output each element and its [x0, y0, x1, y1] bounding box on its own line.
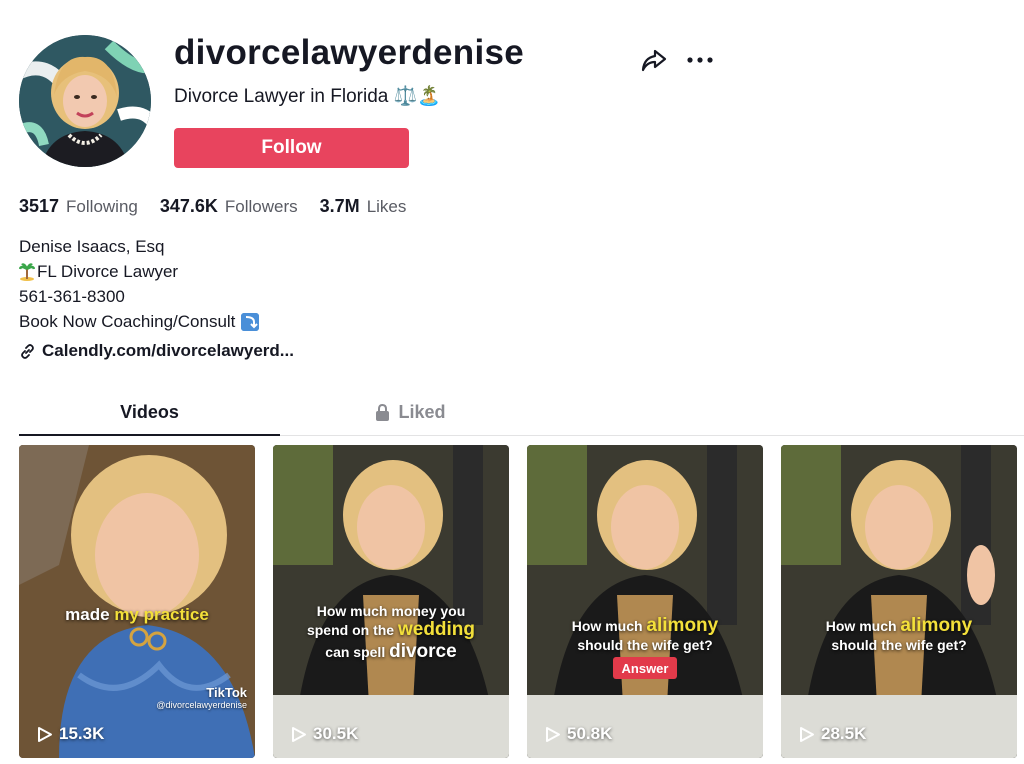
view-count: 28.5K	[799, 724, 866, 744]
caption-text-large: divorce	[389, 640, 457, 662]
caption-line: should the wife get?	[831, 636, 967, 653]
watermark-logo: TikTok	[206, 685, 247, 700]
profile-avatar	[19, 35, 151, 167]
video-grid: made my practice TikTok @divorcelawyerde…	[19, 445, 1017, 758]
tab-label: Videos	[120, 402, 179, 422]
caption-text: made	[65, 605, 115, 624]
caption-highlight: alimony	[646, 615, 719, 636]
view-count-text: 15.3K	[59, 724, 105, 743]
watermark-handle: @divorcelawyerdenise	[156, 700, 247, 710]
palm-tree-icon	[19, 262, 35, 281]
play-icon	[546, 726, 560, 742]
stat-value: 347.6K	[159, 196, 218, 216]
caption-line: How much alimony	[781, 615, 1017, 637]
video-card[interactable]: How much money you spend on the wedding …	[273, 445, 509, 758]
video-caption: How much alimony should the wife get?	[527, 615, 763, 653]
tab-liked[interactable]: Liked	[280, 396, 541, 436]
video-card[interactable]: made my practice TikTok @divorcelawyerde…	[19, 445, 255, 758]
stat-label: Followers	[224, 197, 298, 216]
video-thumbnail	[781, 445, 1017, 758]
profile-username: divorcelawyerdenise	[174, 33, 525, 72]
stat-followers[interactable]: 347.6K Followers	[160, 196, 298, 217]
link-text: Calendly.com/divorcelawyerd...	[42, 341, 294, 360]
video-caption: How much money you spend on the wedding …	[273, 603, 509, 663]
avatar-image	[19, 35, 151, 167]
caption-line: spend on the wedding	[273, 619, 509, 641]
bio-line-name: Denise Isaacs, Esq	[19, 234, 259, 259]
profile-subtitle: Divorce Lawyer in Florida ⚖️🏝️	[174, 86, 441, 107]
tab-videos[interactable]: Videos	[19, 396, 280, 436]
view-count-text: 50.8K	[567, 724, 613, 743]
caption-text: spend on the	[306, 622, 398, 639]
profile-bio: Denise Isaacs, Esq FL Divorce Lawyer 561…	[19, 234, 260, 334]
answer-button[interactable]: Answer	[613, 657, 677, 679]
follow-button[interactable]: Follow	[174, 128, 409, 168]
play-icon	[800, 726, 814, 742]
play-icon	[38, 726, 52, 742]
caption-line: How much money you	[316, 603, 466, 619]
video-caption: How much alimony should the wife get?	[781, 615, 1017, 653]
stat-value: 3517	[19, 196, 60, 216]
lock-icon	[376, 404, 390, 421]
caption-highlight: alimony	[900, 615, 973, 636]
video-thumbnail	[273, 445, 509, 758]
bio-text: 561-361-8300	[19, 287, 125, 306]
stat-likes: 3.7M Likes	[320, 196, 407, 217]
view-count-text: 30.5K	[313, 724, 359, 743]
video-thumbnail	[19, 445, 255, 758]
tab-active-indicator	[19, 434, 280, 436]
bio-text: FL Divorce Lawyer	[37, 262, 179, 281]
bio-line-title: FL Divorce Lawyer	[19, 259, 259, 284]
video-thumbnail	[527, 445, 763, 758]
link-icon	[21, 343, 34, 359]
view-count-text: 28.5K	[821, 724, 867, 743]
bio-text: Book Now Coaching/Consult	[19, 312, 236, 331]
caption-line: should the wife get?	[577, 636, 713, 653]
video-card[interactable]: How much alimony should the wife get? 28…	[781, 445, 1017, 758]
stat-value: 3.7M	[319, 196, 360, 216]
tiktok-watermark: TikTok @divorcelawyerdenise	[156, 685, 247, 710]
stat-label: Likes	[366, 197, 407, 216]
arrow-down-icon	[241, 312, 260, 331]
video-caption: made my practice	[19, 605, 255, 625]
caption-text: How much	[825, 618, 901, 634]
caption-text: How much	[571, 618, 647, 634]
view-count: 15.3K	[37, 724, 104, 744]
profile-stats: 3517 Following 347.6K Followers 3.7M Lik…	[19, 196, 406, 217]
view-count: 30.5K	[291, 724, 358, 744]
bio-line-phone: 561-361-8300	[19, 284, 259, 309]
caption-highlight: wedding	[397, 619, 476, 641]
more-icon[interactable]	[686, 49, 714, 71]
caption-highlight: my practice	[114, 605, 209, 624]
stat-following[interactable]: 3517 Following	[19, 196, 138, 217]
view-count: 50.8K	[545, 724, 612, 744]
caption-line: How much alimony	[527, 615, 763, 637]
stat-label: Following	[66, 197, 138, 216]
caption-line: can spell divorce	[273, 641, 509, 663]
share-icon[interactable]	[640, 46, 668, 74]
profile-link[interactable]: Calendly.com/divorcelawyerd...	[19, 341, 294, 361]
caption-text: can spell	[325, 643, 390, 660]
tab-label: Liked	[398, 402, 446, 422]
play-icon	[292, 726, 306, 742]
video-card[interactable]: How much alimony should the wife get? An…	[527, 445, 763, 758]
bio-line-book: Book Now Coaching/Consult	[19, 309, 260, 334]
profile-tabs: Videos Liked	[19, 396, 1024, 436]
bio-text: Denise Isaacs, Esq	[19, 237, 165, 256]
